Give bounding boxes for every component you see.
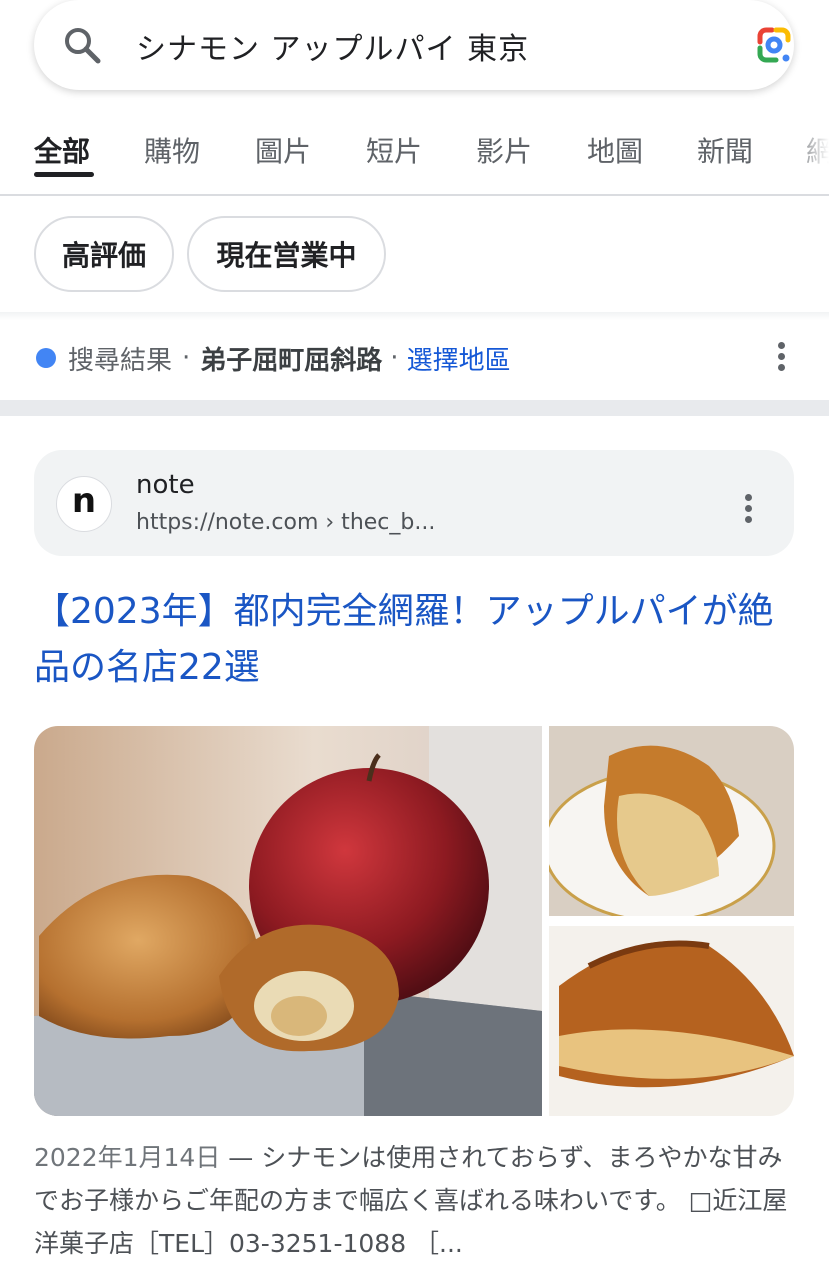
google-lens-icon[interactable] <box>752 24 796 68</box>
tabs-fade <box>789 118 829 192</box>
location-row: 搜尋結果 · 弟子屈町屈斜路 · 選擇地區 <box>36 338 511 378</box>
separator: · <box>182 343 191 373</box>
site-name: note <box>136 470 195 500</box>
result-snippet: 2022年1月14日 — シナモンは使用されておらず、まろやかな甘みでお子様から… <box>34 1136 794 1265</box>
result-more-icon[interactable] <box>745 494 753 526</box>
location-dot-icon <box>36 348 56 368</box>
location-more-icon[interactable] <box>778 342 786 374</box>
result-source[interactable]: n note https://note.com › thec_b... <box>34 450 794 556</box>
tab-images[interactable]: 圖片 <box>255 130 311 170</box>
separator: · <box>390 343 399 373</box>
section-separator <box>0 400 829 416</box>
tab-news[interactable]: 新聞 <box>697 130 753 170</box>
location-label: 搜尋結果 <box>68 345 173 376</box>
search-icon[interactable] <box>62 25 102 65</box>
search-tabs: 全部 購物 圖片 短片 影片 地圖 新聞 網 <box>0 118 829 196</box>
tab-shopping[interactable]: 購物 <box>144 130 200 170</box>
active-tab-indicator <box>34 172 94 177</box>
tab-all[interactable]: 全部 <box>34 130 90 170</box>
search-bar[interactable]: シナモン アップルパイ 東京 <box>34 0 794 90</box>
apple-pastry-photo[interactable] <box>34 726 542 1116</box>
chip-open-now[interactable]: 現在営業中 <box>187 216 386 292</box>
choose-region-link[interactable]: 選擇地區 <box>407 340 511 377</box>
chip-top-rated[interactable]: 高評価 <box>34 216 174 292</box>
tab-short-videos[interactable]: 短片 <box>366 130 422 170</box>
apple-pie-slice-on-plate-photo[interactable] <box>549 726 794 916</box>
tab-videos[interactable]: 影片 <box>476 130 532 170</box>
search-query[interactable]: シナモン アップルパイ 東京 <box>136 24 529 68</box>
snippet-dash: — <box>228 1143 262 1172</box>
divider-shadow <box>0 312 829 320</box>
result-title-link[interactable]: 【2023年】都内完全網羅！アップルパイが絶品の名店22選 <box>34 584 774 696</box>
site-url: https://note.com › thec_b... <box>136 510 436 535</box>
apple-pie-slice-closeup-photo[interactable] <box>549 926 794 1116</box>
tab-maps[interactable]: 地圖 <box>587 130 643 170</box>
snippet-date: 2022年1月14日 <box>34 1143 221 1172</box>
favicon-letter: n <box>71 481 97 521</box>
location-place: 弟子屈町屈斜路 <box>200 345 383 376</box>
note-favicon-icon: n <box>56 476 112 532</box>
